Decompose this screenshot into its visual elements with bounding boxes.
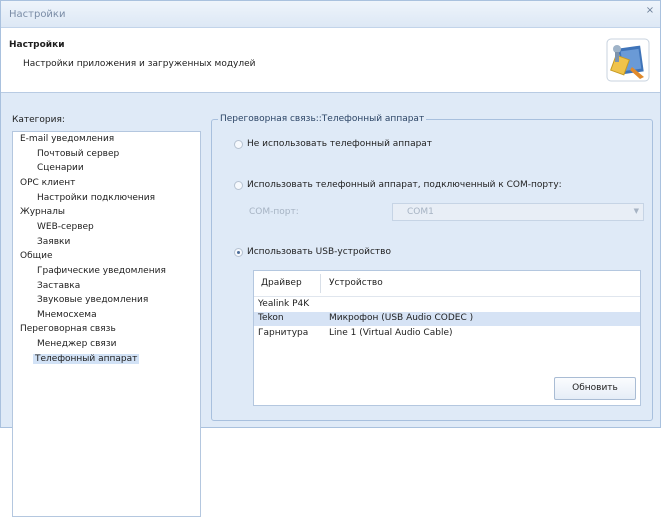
column-header-device[interactable]: Устройство — [329, 278, 383, 288]
radio-com-phone-label: Использовать телефонный аппарат, подключ… — [247, 180, 562, 190]
tree-item-graphic-notifications[interactable]: Графические уведомления — [35, 266, 168, 276]
radio-no-phone-label: Не использовать телефонный аппарат — [247, 139, 433, 149]
header-banner: Настройки Настройки приложения и загруже… — [1, 28, 660, 93]
tree-item-telephone[interactable]: Телефонный аппарат — [33, 354, 140, 364]
table-row[interactable]: Tekon Микрофон (USB Audio CODEC ) — [254, 312, 640, 326]
group-title: Переговорная связь::Телефонный аппарат — [218, 114, 427, 124]
tree-item-connection-manager[interactable]: Менеджер связи — [35, 339, 118, 349]
refresh-button[interactable]: Обновить — [554, 377, 636, 400]
header-subtitle: Настройки приложения и загруженных модул… — [23, 59, 256, 69]
settings-tools-icon — [606, 38, 650, 82]
radio-com-phone[interactable]: Использовать телефонный аппарат, подключ… — [234, 180, 562, 190]
tree-item-logs[interactable]: Журналы — [18, 207, 67, 217]
table-row[interactable]: Yealink P4K — [254, 298, 640, 312]
category-tree[interactable]: E-mail уведомления Почтовый сервер Сцена… — [12, 131, 201, 517]
tree-item-scenarios[interactable]: Сценарии — [35, 163, 86, 173]
tree-item-email[interactable]: E-mail уведомления — [18, 134, 116, 144]
column-header-driver[interactable]: Драйвер — [261, 278, 302, 288]
cell-driver: Гарнитура — [258, 328, 309, 338]
window-title: Настройки — [9, 9, 66, 20]
cell-device: Line 1 (Virtual Audio Cable) — [329, 328, 453, 338]
settings-window: Настройки × Настройки Настройки приложен… — [0, 0, 661, 517]
tree-item-requests[interactable]: Заявки — [35, 237, 72, 247]
chevron-down-icon: ▼ — [633, 207, 639, 215]
tree-item-splash[interactable]: Заставка — [35, 281, 82, 291]
close-icon[interactable]: × — [644, 5, 656, 17]
tree-item-intercom[interactable]: Переговорная связь — [18, 324, 118, 334]
radio-button[interactable] — [234, 139, 243, 149]
radio-button[interactable] — [234, 247, 243, 257]
com-port-label: COM-порт: — [249, 207, 299, 217]
header-title: Настройки — [9, 40, 65, 50]
title-bar[interactable]: Настройки × — [1, 1, 660, 28]
radio-button[interactable] — [234, 180, 243, 190]
tree-item-web-server[interactable]: WEB-сервер — [35, 222, 96, 232]
cell-driver: Tekon — [258, 313, 284, 323]
com-port-value: COM1 — [407, 207, 434, 217]
tree-item-mnemonic[interactable]: Мнемосхема — [35, 310, 99, 320]
cell-driver: Yealink P4K — [258, 299, 310, 309]
tree-item-opc-client[interactable]: OPC клиент — [18, 178, 77, 188]
tree-item-general[interactable]: Общие — [18, 251, 55, 261]
cell-device: Микрофон (USB Audio CODEC ) — [329, 313, 474, 323]
column-divider[interactable] — [320, 274, 321, 293]
radio-usb-device-label: Использовать USB-устройство — [247, 247, 391, 257]
table-header: Драйвер Устройство — [254, 271, 640, 297]
tree-item-mail-server[interactable]: Почтовый сервер — [35, 149, 121, 159]
tree-item-sound-notifications[interactable]: Звуковые уведомления — [35, 295, 150, 305]
tree-item-connection-settings[interactable]: Настройки подключения — [35, 193, 157, 203]
radio-no-phone[interactable]: Не использовать телефонный аппарат — [234, 139, 432, 149]
table-row[interactable]: Гарнитура Line 1 (Virtual Audio Cable) — [254, 327, 640, 341]
category-label: Категория: — [12, 115, 65, 125]
com-port-select[interactable]: COM1 ▼ — [392, 203, 644, 221]
radio-usb-device[interactable]: Использовать USB-устройство — [234, 247, 391, 257]
